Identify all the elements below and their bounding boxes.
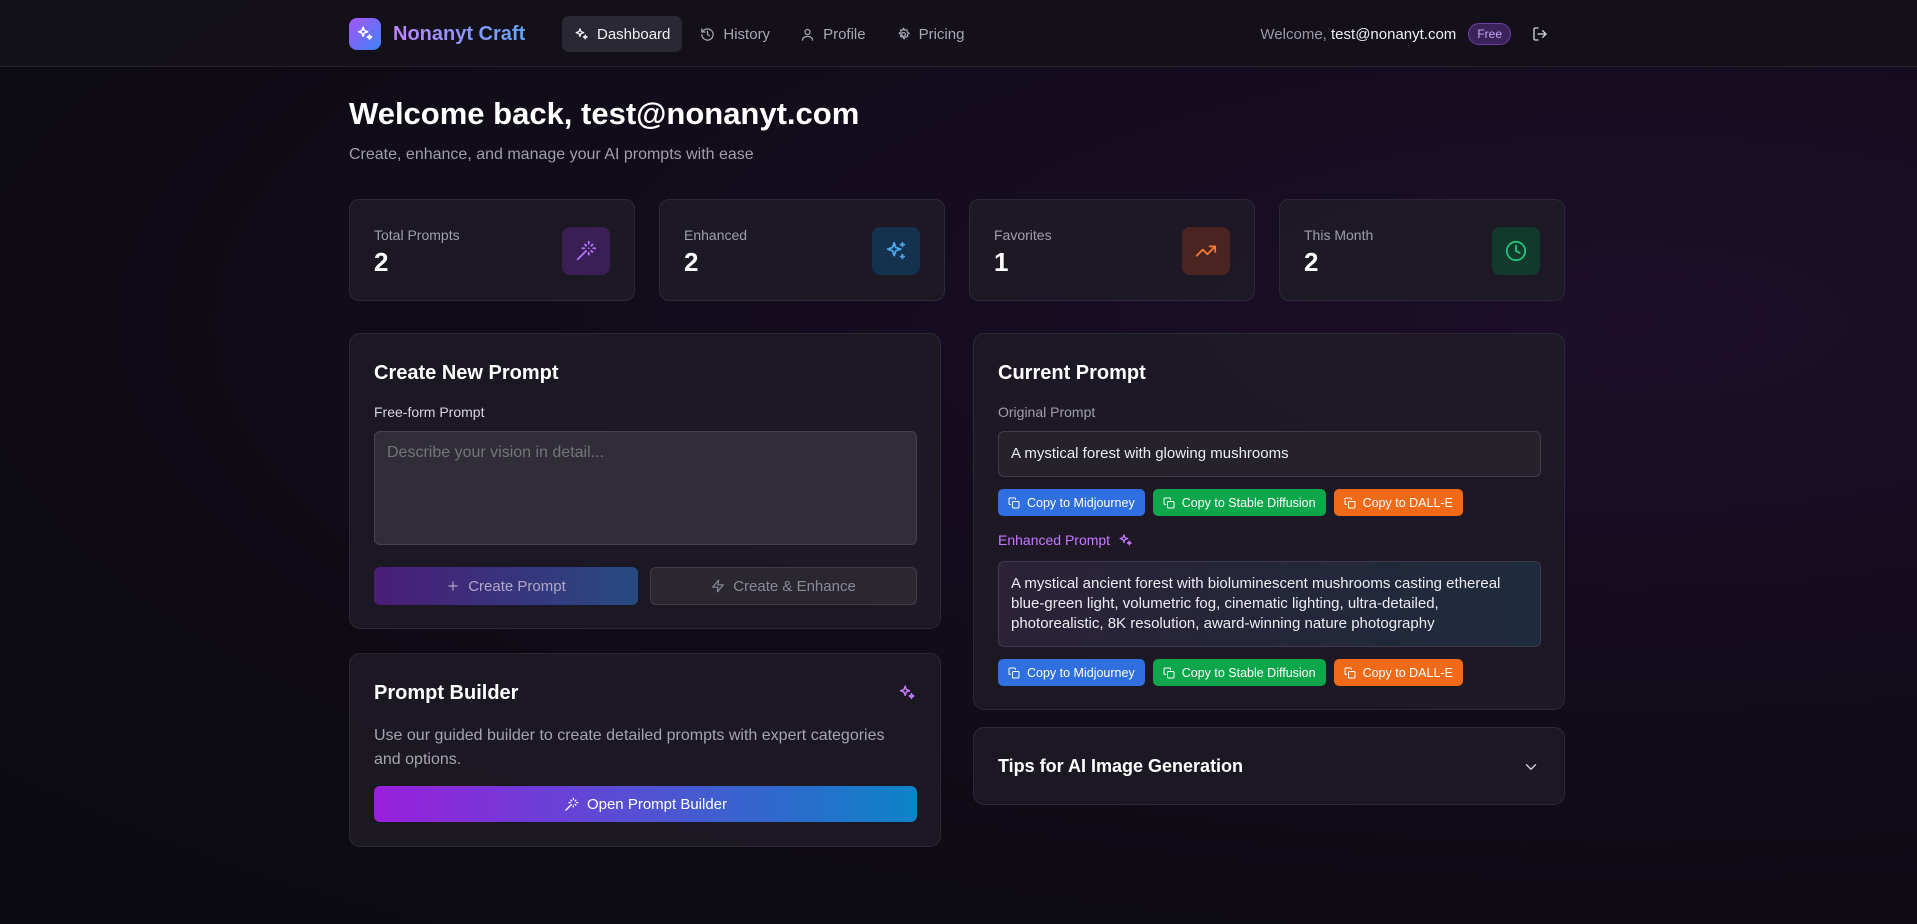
open-prompt-builder-label: Open Prompt Builder: [586, 795, 728, 813]
tips-title: Tips for AI Image Generation: [998, 756, 1244, 776]
nav-dashboard[interactable]: Dashboard: [562, 16, 683, 52]
wand-icon: [565, 797, 579, 811]
stat-value: 2: [374, 247, 389, 277]
chevron-down-icon[interactable]: [1522, 758, 1540, 776]
copy-icon: [1344, 497, 1356, 508]
stat-card-favorites: Favorites 1: [969, 199, 1255, 301]
stat-card-enhanced: Enhanced 2: [659, 199, 945, 301]
nav-history-label: History: [723, 25, 771, 43]
current-prompt-panel: Current Prompt Original Prompt A mystica…: [973, 333, 1565, 710]
logout-icon: [1533, 27, 1547, 41]
nav-dashboard-label: Dashboard: [597, 25, 671, 43]
enhanced-prompt-label: Enhanced Prompt: [998, 532, 1111, 548]
sparkles-icon: [1119, 533, 1132, 545]
enhanced-prompt-heading: Enhanced Prompt: [998, 532, 1133, 548]
enhanced-copy-buttons: Copy to Midjourney Copy to Stable Diffus…: [998, 659, 1463, 686]
stat-label: This Month: [1304, 227, 1374, 243]
copy-stable-diffusion-label: Copy to Stable Diffusion: [1181, 495, 1316, 510]
copy-icon: [1163, 497, 1175, 508]
tips-panel[interactable]: Tips for AI Image Generation: [973, 727, 1565, 805]
open-prompt-builder-button[interactable]: Open Prompt Builder: [374, 786, 917, 822]
sparkles-icon: [899, 685, 915, 699]
plan-badge: Free: [1468, 23, 1511, 45]
create-enhance-button[interactable]: Create & Enhance: [650, 567, 917, 605]
prompt-builder-panel: Prompt Builder Use our guided builder to…: [349, 653, 941, 847]
copy-midjourney-label: Copy to Midjourney: [1027, 665, 1135, 680]
sparkles-icon: [872, 227, 920, 275]
copy-dalle-label: Copy to DALL-E: [1362, 495, 1453, 510]
copy-icon: [1008, 667, 1020, 678]
logout-button[interactable]: [1527, 21, 1553, 47]
page-subtitle: Create, enhance, and manage your AI prom…: [349, 146, 754, 163]
stat-label: Favorites: [994, 227, 1052, 243]
current-prompt-title: Current Prompt: [998, 362, 1146, 384]
wand-icon: [562, 227, 610, 275]
copy-stable-diffusion-button[interactable]: Copy to Stable Diffusion: [1152, 489, 1326, 516]
copy-midjourney-enhanced-button[interactable]: Copy to Midjourney: [998, 659, 1145, 686]
enhanced-prompt-text: A mystical ancient forest with biolumine…: [998, 561, 1541, 647]
create-enhance-label: Create & Enhance: [733, 577, 856, 595]
stat-value: 1: [994, 247, 1009, 277]
main-nav: Dashboard History Profile Pricing: [562, 16, 976, 52]
freeform-prompt-label: Free-form Prompt: [374, 404, 485, 420]
clock-icon: [1492, 227, 1540, 275]
create-prompt-panel: Create New Prompt Free-form Prompt Creat…: [349, 333, 941, 629]
trending-up-icon: [1182, 227, 1230, 275]
welcome-text: Welcome, test@nonanyt.com: [1260, 26, 1456, 43]
copy-dalle-label: Copy to DALL-E: [1362, 665, 1453, 680]
sparkles-icon: [349, 18, 381, 50]
stat-value: 2: [684, 247, 699, 277]
freeform-prompt-input[interactable]: [374, 431, 917, 545]
copy-midjourney-label: Copy to Midjourney: [1027, 495, 1135, 510]
stat-card-this-month: This Month 2: [1279, 199, 1565, 301]
nav-profile[interactable]: Profile: [788, 16, 878, 52]
user-email: test@nonanyt.com: [1331, 25, 1457, 43]
stat-value: 2: [1304, 247, 1319, 277]
sparkles-icon: [575, 27, 588, 39]
top-navbar: Nonanyt Craft Dashboard History Profile …: [0, 0, 1917, 67]
copy-stable-diffusion-enhanced-button[interactable]: Copy to Stable Diffusion: [1152, 659, 1326, 686]
gear-icon: [898, 27, 910, 39]
copy-icon: [1344, 667, 1356, 678]
prompt-builder-description: Use our guided builder to create detaile…: [374, 727, 885, 768]
user-area: Welcome, test@nonanyt.com Free: [1260, 20, 1553, 48]
copy-midjourney-button[interactable]: Copy to Midjourney: [998, 489, 1145, 516]
nav-profile-label: Profile: [823, 25, 866, 43]
lightning-icon: [712, 579, 725, 593]
copy-icon: [1008, 497, 1020, 508]
copy-stable-diffusion-label: Copy to Stable Diffusion: [1181, 665, 1316, 680]
create-prompt-button[interactable]: Create Prompt: [374, 567, 638, 605]
copy-dalle-enhanced-button[interactable]: Copy to DALL-E: [1333, 659, 1463, 686]
prompt-builder-title: Prompt Builder: [374, 682, 519, 704]
history-icon: [701, 27, 715, 41]
original-prompt-text: A mystical forest with glowing mushrooms: [998, 431, 1541, 477]
user-icon: [801, 28, 814, 41]
brand-name: Nonanyt Craft: [393, 22, 526, 45]
welcome-prefix: Welcome,: [1260, 25, 1327, 43]
page-title: Welcome back, test@nonanyt.com: [349, 96, 860, 131]
stat-card-total-prompts: Total Prompts 2: [349, 199, 635, 301]
plus-icon: [448, 581, 458, 591]
nav-pricing[interactable]: Pricing: [884, 16, 977, 52]
copy-dalle-button[interactable]: Copy to DALL-E: [1333, 489, 1463, 516]
create-prompt-label: Create Prompt: [468, 577, 566, 595]
stat-label: Total Prompts: [374, 227, 460, 243]
nav-history[interactable]: History: [688, 16, 782, 52]
original-copy-buttons: Copy to Midjourney Copy to Stable Diffus…: [998, 489, 1463, 516]
brand[interactable]: Nonanyt Craft: [349, 18, 525, 50]
stat-label: Enhanced: [684, 227, 748, 243]
copy-icon: [1163, 667, 1175, 678]
nav-pricing-label: Pricing: [918, 25, 965, 43]
original-prompt-label: Original Prompt: [998, 404, 1096, 420]
create-prompt-title: Create New Prompt: [374, 362, 559, 384]
